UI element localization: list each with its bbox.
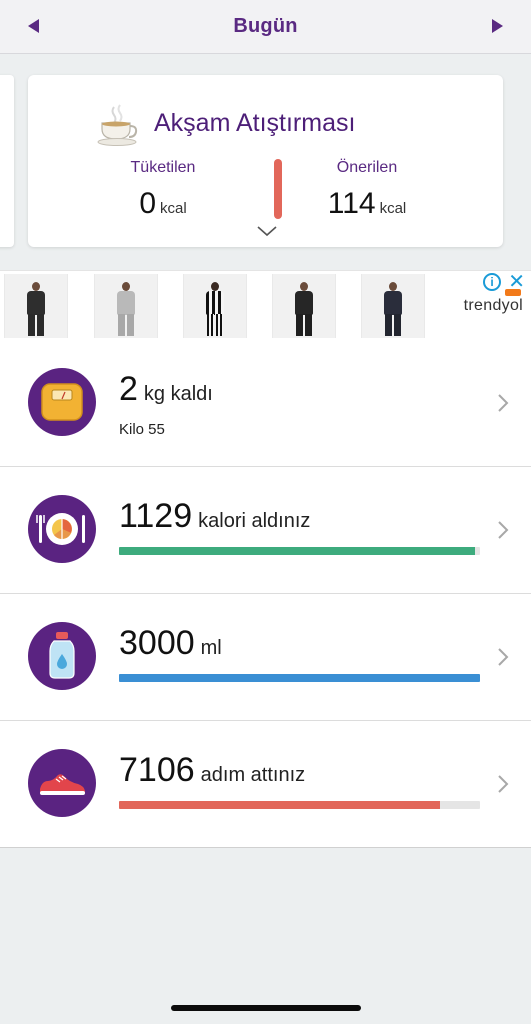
meal-carousel[interactable]: Akşam Atıştırması Tüketilen 0 kcal Öneril… [0, 55, 531, 270]
steps-value: 7106 [119, 751, 195, 789]
consumed-unit: kcal [160, 200, 187, 217]
water-value: 3000 [119, 624, 195, 662]
consumed-value: 0 [139, 187, 156, 220]
steps-progress-fill [119, 801, 441, 809]
chevron-right-icon [498, 775, 509, 793]
scale-icon [28, 368, 96, 436]
meal-gauge [274, 159, 282, 219]
ad-brand-text: trendyol [463, 297, 523, 314]
water-bottle-icon [28, 622, 96, 690]
weight-row[interactable]: 2 kg kaldı Kilo 55 [0, 340, 531, 467]
meal-card[interactable]: Akşam Atıştırması Tüketilen 0 kcal Öneril… [28, 75, 503, 247]
water-row[interactable]: 3000 ml [0, 594, 531, 721]
date-title: Bugün [233, 15, 298, 37]
ad-product-thumbnail[interactable] [94, 274, 158, 338]
calories-label: kalori aldınız [198, 510, 311, 532]
ad-product-thumbnail[interactable] [272, 274, 336, 338]
previous-meal-card[interactable] [0, 75, 14, 247]
consumed-section: Tüketilen 0 kcal [108, 159, 218, 221]
ad-product-thumbnail[interactable] [183, 274, 247, 338]
water-progress-bar [119, 674, 480, 682]
water-progress-fill [119, 674, 480, 682]
plate-cutlery-icon [28, 495, 96, 563]
summary-list: 2 kg kaldı Kilo 55 1129 kalori aldınız 3… [0, 340, 531, 848]
sneaker-icon [28, 749, 96, 817]
chevron-down-icon[interactable] [256, 225, 278, 237]
recommended-value: 114 [327, 187, 376, 220]
chevron-right-icon [498, 521, 509, 539]
calories-value: 1129 [119, 497, 193, 535]
consumed-label: Tüketilen [130, 159, 196, 176]
calories-row[interactable]: 1129 kalori aldınız [0, 467, 531, 594]
ad-product-thumbnail[interactable] [361, 274, 425, 338]
home-indicator[interactable] [171, 1005, 361, 1011]
ad-product-thumbnail[interactable] [4, 274, 68, 338]
ad-brand-badge [505, 289, 521, 296]
water-unit: ml [200, 637, 222, 659]
steps-row[interactable]: 7106 adım attınız [0, 721, 531, 848]
weight-remaining-value: 2 [119, 370, 138, 408]
chevron-right-icon [498, 394, 509, 412]
date-header: Bugün [0, 0, 531, 54]
recommended-label: Önerilen [336, 159, 398, 176]
calories-progress-bar [119, 547, 480, 555]
recommended-unit: kcal [379, 200, 407, 217]
triangle-right-icon[interactable] [492, 19, 503, 33]
ad-brand-logo[interactable]: trendyol [463, 289, 523, 315]
teacup-icon [97, 104, 138, 146]
current-weight-text: Kilo 55 [119, 421, 165, 438]
calories-progress-fill [119, 547, 475, 555]
info-icon[interactable]: i [483, 273, 501, 291]
steps-progress-bar [119, 801, 480, 809]
steps-label: adım attınız [200, 764, 306, 786]
chevron-right-icon [498, 648, 509, 666]
ad-banner[interactable]: i ✕ trendyol [0, 270, 531, 340]
app-screen: Bugün Akşam Atıştırması Tüketilen 0kcal [0, 0, 531, 1024]
meal-title: Akşam Atıştırması [154, 109, 356, 137]
recommended-section: Önerilen 114 kcal [312, 159, 422, 221]
triangle-left-icon[interactable] [28, 19, 39, 33]
weight-remaining-label: kg kaldı [143, 383, 213, 405]
